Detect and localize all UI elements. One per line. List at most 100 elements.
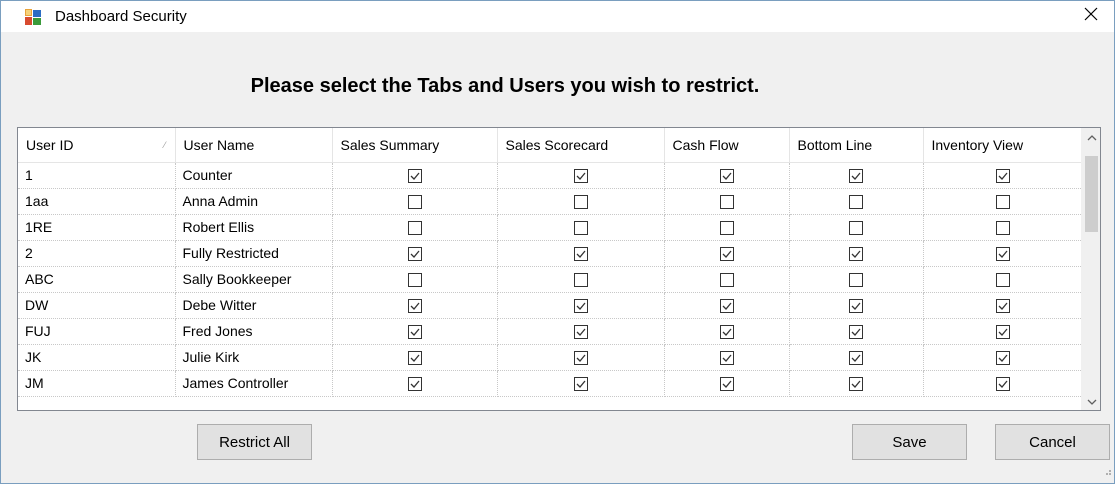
checkbox-unchecked[interactable]: [719, 221, 734, 236]
checkbox-checked[interactable]: [719, 299, 734, 314]
checkbox-checked[interactable]: [849, 351, 863, 366]
checkbox-checked[interactable]: [849, 325, 863, 340]
checkbox-unchecked[interactable]: [573, 273, 588, 288]
checkbox-checked[interactable]: [995, 247, 1010, 262]
table-row[interactable]: FUJ Fred Jones: [18, 318, 1083, 345]
checkbox-checked[interactable]: [995, 299, 1010, 314]
table-row[interactable]: 1 Counter: [18, 162, 1083, 189]
user-id-cell[interactable]: DW: [18, 292, 176, 319]
checkbox-checked[interactable]: [849, 299, 863, 314]
user-name-cell[interactable]: Anna Admin: [175, 188, 333, 215]
grid-header-row: User ID ⁄ User Name Sales Summary Sales …: [18, 128, 1083, 163]
user-name-cell[interactable]: Sally Bookkeeper: [175, 266, 333, 293]
column-header-cash-flow[interactable]: Cash Flow: [664, 128, 790, 163]
checkbox-unchecked[interactable]: [995, 195, 1010, 210]
checkbox-cell: [332, 162, 498, 189]
vertical-scrollbar[interactable]: [1081, 128, 1100, 410]
user-tabs-grid[interactable]: User ID ⁄ User Name Sales Summary Sales …: [17, 127, 1101, 411]
checkbox-cell: [923, 214, 1083, 241]
user-id-cell[interactable]: JK: [18, 344, 176, 371]
column-header-label: Sales Scorecard: [505, 136, 609, 153]
check-icon: [576, 354, 585, 363]
checkbox-checked[interactable]: [719, 351, 734, 366]
checkbox-checked[interactable]: [573, 169, 588, 184]
restrict-all-button[interactable]: Restrict All: [197, 424, 312, 460]
checkbox-checked[interactable]: [849, 247, 863, 262]
cancel-button[interactable]: Cancel: [995, 424, 1110, 460]
user-name-cell[interactable]: Robert Ellis: [175, 214, 333, 241]
table-row[interactable]: JK Julie Kirk: [18, 344, 1083, 371]
user-id-cell[interactable]: ABC: [18, 266, 176, 293]
column-header-user-id[interactable]: User ID ⁄: [18, 128, 176, 163]
column-header-bottom-line[interactable]: Bottom Line: [789, 128, 924, 163]
close-button[interactable]: [1068, 1, 1114, 32]
checkbox-checked[interactable]: [407, 299, 422, 314]
title-bar[interactable]: Dashboard Security: [1, 1, 1114, 32]
checkbox-unchecked[interactable]: [995, 273, 1010, 288]
checkbox-checked[interactable]: [407, 351, 422, 366]
checkbox-unchecked[interactable]: [407, 273, 422, 288]
checkbox-checked[interactable]: [573, 325, 588, 340]
checkbox-unchecked[interactable]: [995, 221, 1010, 236]
resize-grip-icon[interactable]: [1102, 463, 1112, 481]
checkbox-checked[interactable]: [573, 247, 588, 262]
table-row[interactable]: ABC Sally Bookkeeper: [18, 266, 1083, 293]
column-header-sales-scorecard[interactable]: Sales Scorecard: [497, 128, 665, 163]
check-icon: [576, 250, 585, 259]
checkbox-unchecked[interactable]: [849, 273, 863, 288]
table-row[interactable]: DW Debe Witter: [18, 292, 1083, 319]
checkbox-checked[interactable]: [407, 247, 422, 262]
table-row[interactable]: 1aa Anna Admin: [18, 188, 1083, 215]
user-name-cell[interactable]: Counter: [175, 162, 333, 189]
checkbox-checked[interactable]: [719, 377, 734, 392]
checkbox-checked[interactable]: [995, 325, 1010, 340]
checkbox-checked[interactable]: [719, 325, 734, 340]
user-name-cell[interactable]: James Controller: [175, 370, 333, 397]
checkbox-cell: [664, 318, 790, 345]
column-header-sales-summary[interactable]: Sales Summary: [332, 128, 498, 163]
column-header-user-name[interactable]: User Name: [175, 128, 333, 163]
column-header-inventory-view[interactable]: Inventory View: [923, 128, 1083, 163]
checkbox-checked[interactable]: [573, 377, 588, 392]
checkbox-checked[interactable]: [849, 377, 863, 392]
save-button[interactable]: Save: [852, 424, 967, 460]
checkbox-checked[interactable]: [995, 351, 1010, 366]
scroll-down-button[interactable]: [1082, 392, 1100, 410]
checkbox-unchecked[interactable]: [573, 221, 588, 236]
table-row[interactable]: 2 Fully Restricted: [18, 240, 1083, 267]
checkbox-unchecked[interactable]: [407, 195, 422, 210]
checkbox-checked[interactable]: [995, 377, 1010, 392]
checkbox-checked[interactable]: [719, 247, 734, 262]
user-id-cell[interactable]: FUJ: [18, 318, 176, 345]
checkbox-unchecked[interactable]: [407, 221, 422, 236]
checkbox-checked[interactable]: [573, 351, 588, 366]
checkbox-checked[interactable]: [995, 169, 1010, 184]
checkbox-unchecked[interactable]: [719, 273, 734, 288]
user-id-cell[interactable]: 1: [18, 162, 176, 189]
checkbox-checked[interactable]: [719, 169, 734, 184]
scrollbar-thumb[interactable]: [1085, 156, 1098, 232]
checkbox-checked[interactable]: [407, 169, 422, 184]
checkbox-checked[interactable]: [849, 169, 863, 184]
user-name-cell[interactable]: Fully Restricted: [175, 240, 333, 267]
user-name-cell[interactable]: Fred Jones: [175, 318, 333, 345]
checkbox-unchecked[interactable]: [719, 195, 734, 210]
user-name-cell[interactable]: Debe Witter: [175, 292, 333, 319]
user-id-cell[interactable]: JM: [18, 370, 176, 397]
user-id-cell[interactable]: 1RE: [18, 214, 176, 241]
check-icon: [851, 172, 861, 181]
table-row[interactable]: JM James Controller: [18, 370, 1083, 397]
checkbox-checked[interactable]: [407, 325, 422, 340]
scroll-up-button[interactable]: [1082, 128, 1100, 146]
user-id-cell[interactable]: 1aa: [18, 188, 176, 215]
checkbox-cell: [923, 188, 1083, 215]
checkbox-unchecked[interactable]: [849, 221, 863, 236]
checkbox-checked[interactable]: [407, 377, 422, 392]
table-row[interactable]: 1RE Robert Ellis: [18, 214, 1083, 241]
user-name-cell[interactable]: Julie Kirk: [175, 344, 333, 371]
checkbox-unchecked[interactable]: [849, 195, 863, 210]
checkbox-unchecked[interactable]: [573, 195, 588, 210]
checkbox-checked[interactable]: [573, 299, 588, 314]
user-id-cell[interactable]: 2: [18, 240, 176, 267]
column-header-label: Inventory View: [931, 136, 1024, 153]
